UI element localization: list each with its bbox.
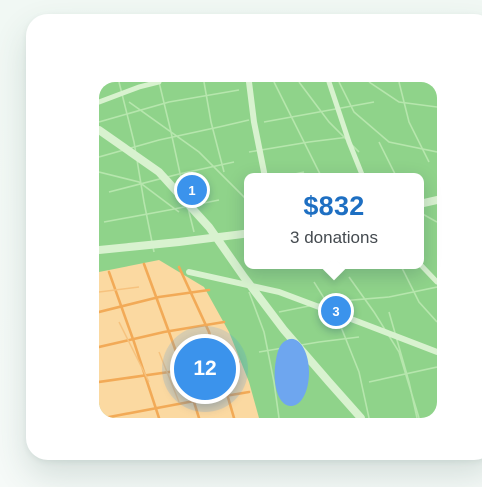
popup-amount: $832 bbox=[303, 191, 365, 221]
map-marker-1[interactable]: 1 bbox=[174, 172, 210, 208]
marker-12-label: 12 bbox=[193, 357, 217, 380]
marker-1-label: 1 bbox=[188, 182, 196, 198]
donation-popup: $832 3 donations bbox=[244, 173, 424, 269]
popup-donation-count: 3 donations bbox=[290, 228, 378, 247]
map-marker-3[interactable]: 3 bbox=[318, 293, 354, 329]
map-marker-cluster-12[interactable]: 12 bbox=[170, 334, 240, 404]
background: 1 3 12 $832 3 donations bbox=[0, 0, 482, 487]
marker-3-label: 3 bbox=[332, 303, 340, 319]
pond bbox=[274, 338, 309, 406]
